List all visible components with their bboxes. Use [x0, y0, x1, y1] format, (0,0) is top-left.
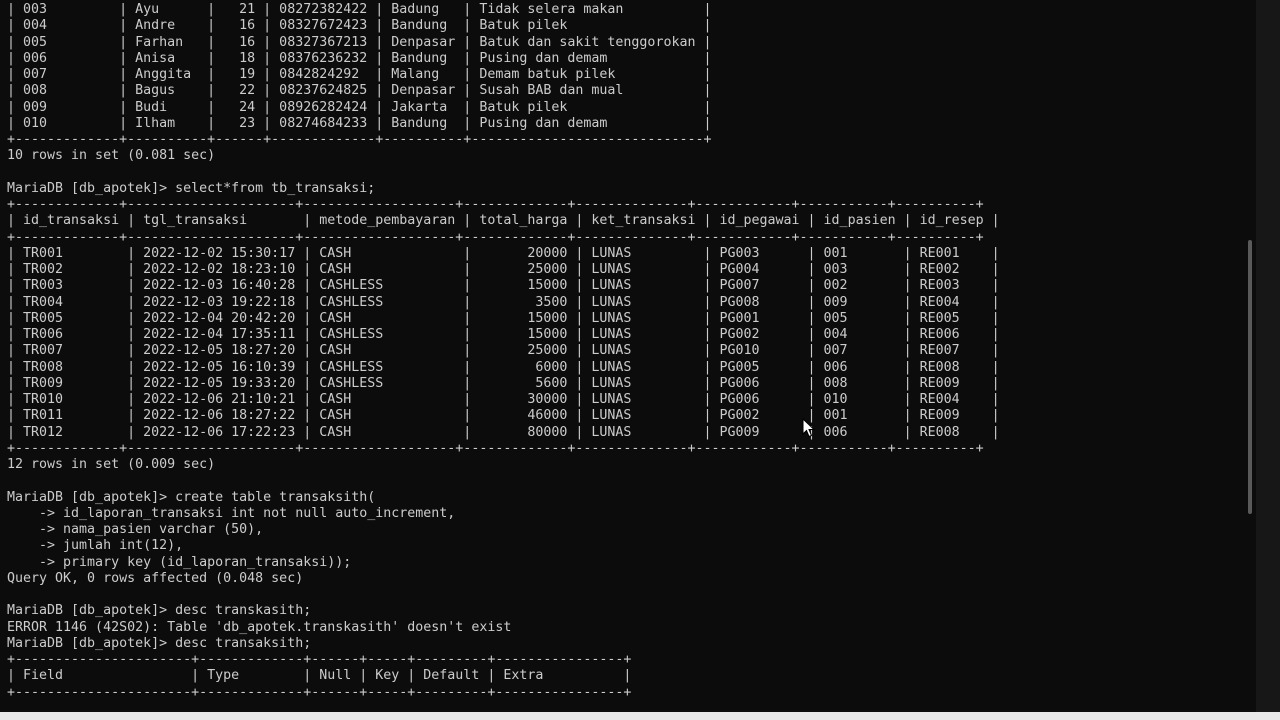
terminal-output: | 003 | Ayu | 21 | 08272382422 | Badung … [7, 2, 1000, 701]
terminal-line: MariaDB [db_apotek]> desc transkasith; [7, 603, 312, 619]
terminal-line: | 010 | Ilham | 23 | 08274684233 | Bandu… [7, 115, 712, 131]
terminal-line: +-------------+---------------------+---… [7, 197, 984, 212]
terminal-line: MariaDB [db_apotek]> select*from tb_tran… [7, 180, 376, 196]
terminal-line: | TR005 | 2022-12-04 20:42:20 | CASH | 1… [7, 310, 1000, 326]
terminal-line: | Field | Type | Null | Key | Default | … [7, 668, 632, 684]
terminal-line: +-------------+----------+------+-------… [7, 132, 712, 147]
terminal-line: | TR010 | 2022-12-06 21:10:21 | CASH | 3… [7, 392, 1000, 407]
terminal-line: -> nama_pasien varchar (50), [7, 522, 264, 537]
terminal-line: MariaDB [db_apotek]> desc transaksith; [7, 635, 312, 651]
terminal-line: | TR007 | 2022-12-05 18:27:20 | CASH | 2… [7, 343, 1000, 359]
terminal-line: MariaDB [db_apotek]> create table transa… [7, 489, 376, 505]
terminal-line: | 003 | Ayu | 21 | 08272382422 | Badung … [7, 2, 712, 17]
terminal-window[interactable]: | 003 | Ayu | 21 | 08272382422 | Badung … [0, 0, 1256, 712]
terminal-line: | 004 | Andre | 16 | 08327672423 | Bandu… [7, 18, 712, 34]
terminal-line: | TR002 | 2022-12-02 18:23:10 | CASH | 2… [7, 262, 1000, 277]
terminal-line: | TR001 | 2022-12-02 15:30:17 | CASH | 2… [7, 245, 1000, 261]
terminal-line: +-------------+---------------------+---… [7, 440, 984, 456]
terminal-line: | TR012 | 2022-12-06 17:22:23 | CASH | 8… [7, 424, 1000, 440]
scrollbar-thumb[interactable] [1248, 240, 1252, 514]
terminal-line: -> primary key (id_laporan_transaksi)); [7, 554, 352, 570]
terminal-line: ERROR 1146 (42S02): Table 'db_apotek.tra… [7, 619, 512, 635]
terminal-line: | TR011 | 2022-12-06 18:27:22 | CASH | 4… [7, 408, 1000, 424]
terminal-line: Query OK, 0 rows affected (0.048 sec) [7, 570, 304, 586]
terminal-line: | 006 | Anisa | 18 | 08376236232 | Bandu… [7, 50, 712, 66]
terminal-line: | TR008 | 2022-12-05 16:10:39 | CASHLESS… [7, 359, 1000, 375]
terminal-line: | TR006 | 2022-12-04 17:35:11 | CASHLESS… [7, 327, 1000, 342]
terminal-line: | 007 | Anggita | 19 | 0842824292 | Mala… [7, 67, 712, 82]
scrollbar-track[interactable] [1256, 0, 1280, 712]
terminal-line: | 008 | Bagus | 22 | 08237624825 | Denpa… [7, 83, 712, 99]
terminal-line: +-------------+---------------------+---… [7, 229, 984, 245]
terminal-line: | TR003 | 2022-12-03 16:40:28 | CASHLESS… [7, 278, 1000, 294]
terminal-line: +----------------------+-------------+--… [7, 652, 632, 667]
terminal-line: | id_transaksi | tgl_transaksi | metode_… [7, 213, 1000, 229]
terminal-line: 10 rows in set (0.081 sec) [7, 148, 216, 164]
terminal-line: 12 rows in set (0.009 sec) [7, 457, 216, 472]
terminal-line: | TR004 | 2022-12-03 19:22:18 | CASHLESS… [7, 294, 1000, 310]
taskbar-edge [0, 712, 1280, 720]
terminal-line: | 009 | Budi | 24 | 08926282424 | Jakart… [7, 99, 712, 115]
terminal-line: | 005 | Farhan | 16 | 08327367213 | Denp… [7, 34, 712, 50]
terminal-line: | TR009 | 2022-12-05 19:33:20 | CASHLESS… [7, 375, 1000, 391]
mouse-pointer-icon [802, 418, 816, 438]
terminal-line: -> id_laporan_transaksi int not null aut… [7, 505, 456, 521]
terminal-line: +----------------------+-------------+--… [7, 684, 632, 700]
terminal-line: -> jumlah int(12), [7, 538, 184, 554]
